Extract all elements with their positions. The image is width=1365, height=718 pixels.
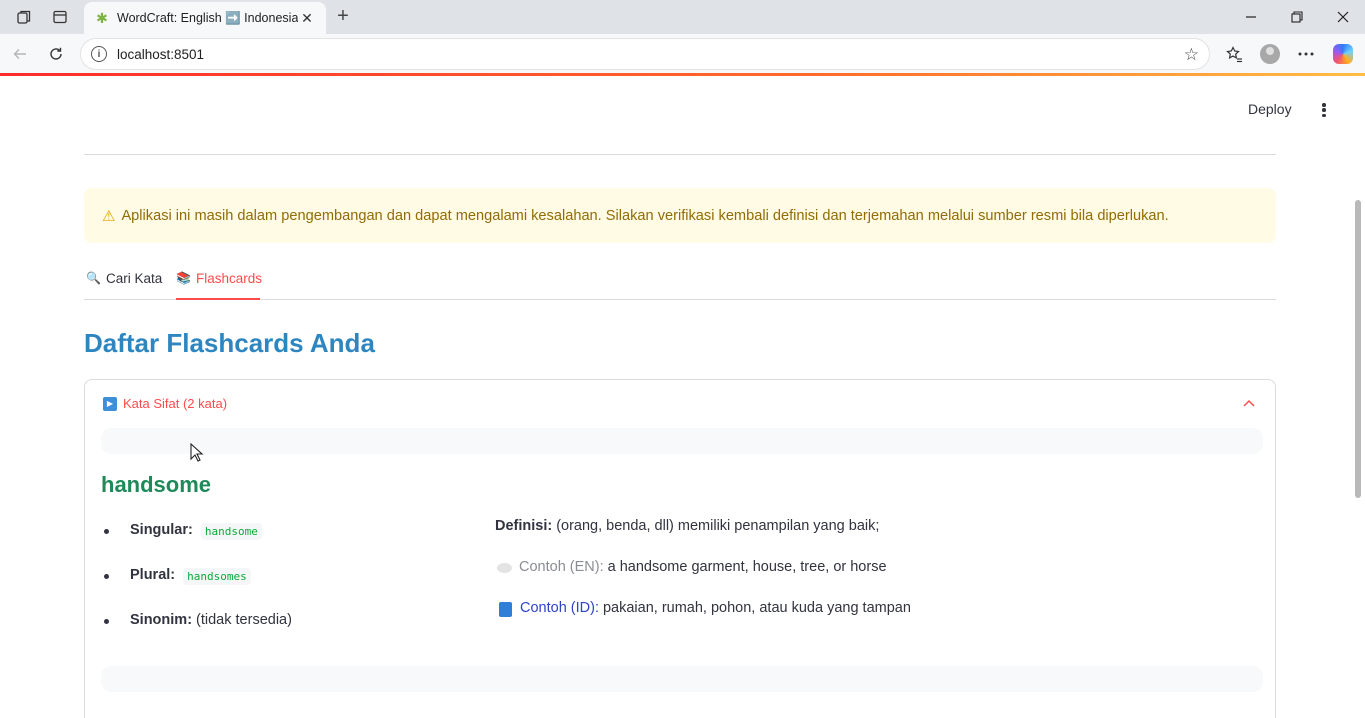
app-content: Deploy ⚠ Aplikasi ini masih dalam pengem… bbox=[0, 76, 1365, 718]
page-scrollbar[interactable] bbox=[1355, 200, 1361, 498]
browser-tab-strip: ✱ WordCraft: English ➡️ Indonesia ✕ + bbox=[0, 0, 1365, 34]
example-en-row: Contoh (EN): a handsome garment, house, … bbox=[495, 559, 1195, 600]
main-menu-icon[interactable] bbox=[1316, 100, 1332, 120]
puzzle-favicon-icon: ✱ bbox=[96, 9, 108, 26]
word-attributes-list: Singular: handsome Plural: handsomes Sin… bbox=[101, 522, 292, 657]
magnifier-icon: 🔍 bbox=[86, 271, 101, 285]
plural-value: handsomes bbox=[183, 568, 251, 585]
restore-icon[interactable] bbox=[1282, 6, 1312, 28]
example-id-value: pakaian, rumah, pohon, atau kuda yang ta… bbox=[602, 600, 911, 616]
tab-flashcards[interactable]: 📚 Flashcards bbox=[176, 271, 262, 300]
list-item: Plural: handsomes bbox=[101, 567, 292, 612]
play-button-icon: ▶ bbox=[103, 396, 117, 411]
divider bbox=[84, 154, 1276, 155]
warning-text: Aplikasi ini masih dalam pengembangan da… bbox=[121, 207, 1169, 224]
definition-label: Definisi: bbox=[495, 518, 553, 534]
blue-book-icon bbox=[499, 602, 512, 617]
plural-label: Plural: bbox=[130, 567, 176, 583]
tab-label: Cari Kata bbox=[105, 271, 163, 286]
browser-tab-active[interactable]: ✱ WordCraft: English ➡️ Indonesia ✕ bbox=[84, 2, 326, 34]
profile-avatar[interactable] bbox=[1259, 43, 1281, 65]
chevron-up-icon[interactable] bbox=[1243, 396, 1255, 410]
definition-column: Definisi: (orang, benda, dll) memiliki p… bbox=[495, 518, 1195, 641]
tab-actions-icon[interactable] bbox=[50, 7, 70, 27]
definition-row: Definisi: (orang, benda, dll) memiliki p… bbox=[495, 518, 1195, 559]
more-options-icon[interactable] bbox=[1295, 43, 1317, 65]
divider-bar bbox=[101, 428, 1263, 454]
divider-bar bbox=[101, 666, 1263, 692]
definition-value: (orang, benda, dll) memiliki penampilan … bbox=[556, 518, 880, 534]
tab-cari-kata[interactable]: 🔍 Cari Kata bbox=[86, 271, 162, 300]
singular-value: handsome bbox=[200, 523, 262, 540]
singular-label: Singular: bbox=[130, 522, 193, 538]
speech-bubble-icon bbox=[497, 563, 512, 573]
favorite-star-icon[interactable]: ☆ bbox=[1184, 45, 1199, 65]
close-window-icon[interactable] bbox=[1328, 6, 1358, 28]
copilot-icon[interactable] bbox=[1332, 43, 1354, 65]
list-item: Singular: handsome bbox=[101, 522, 292, 567]
warning-alert: ⚠ Aplikasi ini masih dalam pengembangan … bbox=[84, 188, 1276, 243]
example-en-label: Contoh (EN): bbox=[519, 559, 604, 575]
favorites-icon[interactable] bbox=[1223, 43, 1245, 65]
synonym-label: Sinonim: bbox=[130, 612, 193, 628]
browser-tab-title: WordCraft: English ➡️ Indonesia bbox=[117, 10, 298, 25]
tab-label: Flashcards bbox=[195, 271, 262, 286]
example-id-row: Contoh (ID): pakaian, rumah, pohon, atau… bbox=[495, 600, 1195, 641]
close-tab-icon[interactable]: ✕ bbox=[298, 10, 316, 27]
example-id-label: Contoh (ID): bbox=[520, 600, 599, 616]
word-title: handsome bbox=[101, 472, 212, 497]
expander-label: Kata Sifat (2 kata) bbox=[123, 396, 228, 411]
list-item: Sinonim: (tidak tersedia) bbox=[101, 612, 292, 657]
deploy-button[interactable]: Deploy bbox=[1248, 101, 1292, 117]
minimize-icon[interactable] bbox=[1236, 6, 1266, 28]
tab-list: 🔍 Cari Kata 📚 Flashcards bbox=[84, 264, 1276, 300]
books-icon: 📚 bbox=[176, 271, 191, 285]
back-arrow-icon[interactable] bbox=[9, 43, 31, 65]
synonym-value: (tidak tersedia) bbox=[196, 612, 292, 628]
browser-toolbar: i localhost:8501 ☆ bbox=[0, 34, 1365, 74]
expander-header[interactable]: ▶ Kata Sifat (2 kata) bbox=[103, 396, 227, 411]
example-en-value: a handsome garment, house, tree, or hors… bbox=[607, 559, 887, 575]
warning-triangle-icon: ⚠ bbox=[102, 207, 116, 225]
address-bar[interactable]: i localhost:8501 ☆ bbox=[80, 38, 1210, 70]
url-text[interactable]: localhost:8501 bbox=[117, 47, 204, 62]
page-title: Daftar Flashcards Anda bbox=[84, 328, 375, 358]
expander-kata-sifat: ▶ Kata Sifat (2 kata) handsome Singular:… bbox=[84, 379, 1276, 718]
reload-icon[interactable] bbox=[45, 43, 67, 65]
workspaces-icon[interactable] bbox=[14, 7, 34, 27]
new-tab-icon[interactable]: + bbox=[332, 5, 354, 27]
site-info-icon[interactable]: i bbox=[91, 46, 107, 62]
